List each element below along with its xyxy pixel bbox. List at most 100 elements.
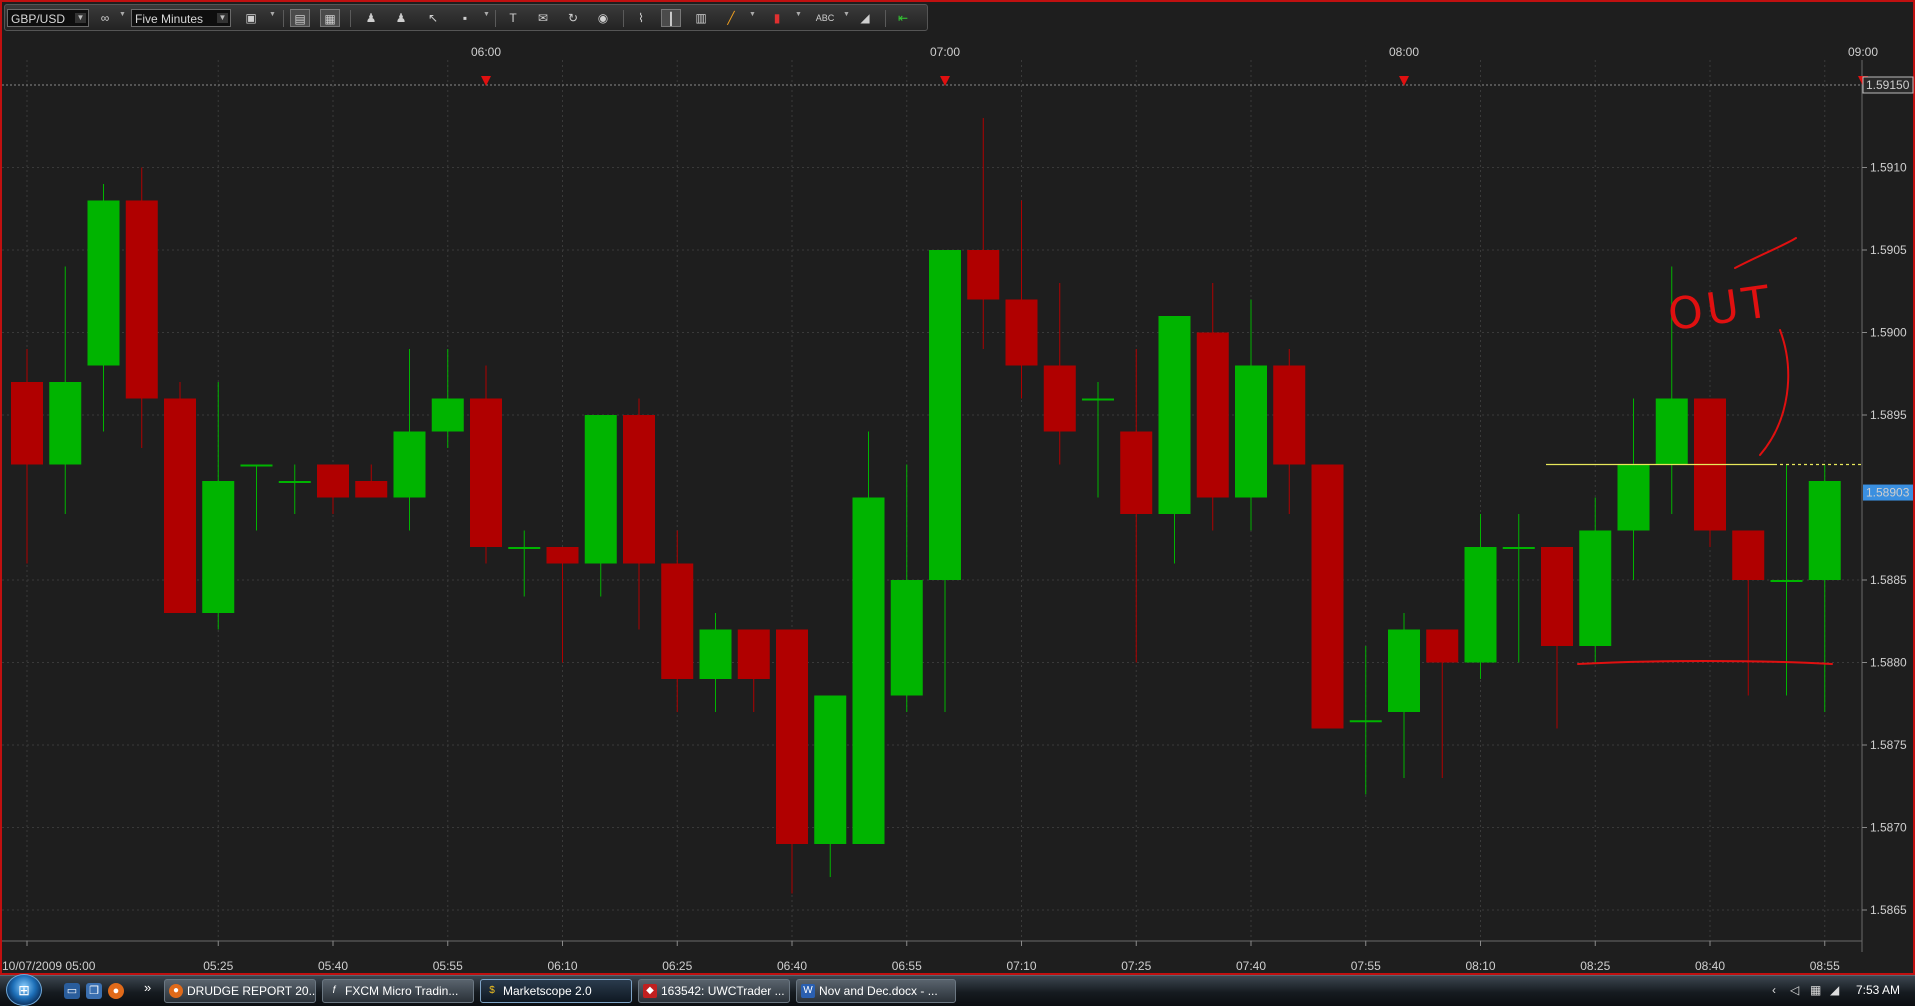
candle-body xyxy=(852,497,885,844)
candle-body xyxy=(1579,530,1612,646)
taskbar-item-label: DRUDGE REPORT 20... xyxy=(187,984,316,998)
candle-body xyxy=(890,580,923,696)
taskbar-item-word[interactable]: W Nov and Dec.docx - ... xyxy=(796,979,956,1003)
arrow-icon[interactable]: ⇤ xyxy=(893,9,913,27)
volume-icon[interactable]: ◁ xyxy=(1790,983,1799,997)
trend-icon[interactable]: ⌇ xyxy=(631,9,651,27)
candle-body xyxy=(393,431,426,498)
bottom-time-label: 05:55 xyxy=(433,959,463,973)
chevron-down-icon[interactable]: ▼ xyxy=(795,11,802,18)
vertical-line-icon[interactable]: ┃ xyxy=(661,9,681,27)
channel-icon[interactable]: ▥ xyxy=(691,9,711,27)
candle-body xyxy=(1005,299,1038,366)
signal-icon[interactable]: ◢ xyxy=(1830,983,1839,997)
candle-body xyxy=(49,382,82,465)
firefox-icon[interactable]: ● xyxy=(108,983,124,999)
chevron-down-icon[interactable]: ▼ xyxy=(483,11,490,18)
top-time-label: 06:00 xyxy=(471,45,501,59)
pencil-icon[interactable]: ╱ xyxy=(721,9,741,27)
candle[interactable] xyxy=(164,382,196,613)
candle-body xyxy=(1120,431,1153,514)
crosshair-icon[interactable]: ▪ xyxy=(455,9,475,27)
candlestick-chart[interactable]: 06:00 07:00 08:00 09:00 1.5910 1.5905 1.5900 1… xyxy=(0,0,1915,975)
candle-body xyxy=(125,200,158,399)
comment-icon[interactable]: ✉ xyxy=(533,9,553,27)
chart-type-icon[interactable]: ▣ xyxy=(241,9,261,27)
globe-icon[interactable]: ◉ xyxy=(593,9,613,27)
person-add-icon[interactable]: ♟ xyxy=(391,9,411,27)
symbol-select[interactable]: GBP/USD ▼ xyxy=(7,9,89,27)
chevron-down-icon[interactable]: ▼ xyxy=(269,11,276,18)
show-desktop-icon[interactable]: ▭ xyxy=(64,983,80,999)
candle-body xyxy=(11,382,43,465)
candle-body xyxy=(278,481,311,483)
bottom-time-label: 07:55 xyxy=(1351,959,1381,973)
candle-body xyxy=(737,629,770,679)
system-clock[interactable]: 7:53 AM xyxy=(1856,983,1900,997)
refresh-icon[interactable]: ↻ xyxy=(563,9,583,27)
candle-body xyxy=(1311,464,1344,729)
chevron-down-icon[interactable]: ▼ xyxy=(119,11,126,18)
period-2-icon[interactable]: ▦ xyxy=(320,9,340,27)
period-1-icon[interactable]: ▤ xyxy=(290,9,310,27)
top-time-label: 09:00 xyxy=(1848,45,1878,59)
candle-body xyxy=(546,547,579,564)
bottom-time-label: 08:40 xyxy=(1695,959,1725,973)
candle-body xyxy=(240,464,273,467)
person-icon[interactable]: ♟ xyxy=(361,9,381,27)
chevron-down-icon[interactable]: ▼ xyxy=(217,13,228,23)
taskbar-item-fxcm[interactable]: f FXCM Micro Tradin... xyxy=(322,979,474,1003)
firefox-icon: ● xyxy=(169,984,183,998)
bottom-time-label: 08:25 xyxy=(1580,959,1610,973)
timeframe-select[interactable]: Five Minutes ▼ xyxy=(131,9,231,27)
taskbar-item-label: Nov and Dec.docx - ... xyxy=(819,984,938,998)
candle-body xyxy=(1655,398,1688,465)
candle-body xyxy=(1808,481,1841,580)
candle-body xyxy=(1426,629,1459,663)
link-icon[interactable]: ∞ xyxy=(95,9,115,27)
chevron-down-icon[interactable]: ▼ xyxy=(843,11,850,18)
candle-body xyxy=(1502,547,1535,549)
candle[interactable] xyxy=(1694,398,1726,548)
taskbar-item-label: FXCM Micro Tradin... xyxy=(345,984,459,998)
candle-body xyxy=(431,398,464,432)
top-time-label: 07:00 xyxy=(930,45,960,59)
cursor-icon[interactable]: ↖ xyxy=(423,9,443,27)
marker-icon[interactable]: ▮ xyxy=(767,9,787,27)
top-price-tag-text: 1.59150 xyxy=(1866,78,1910,92)
candle-body xyxy=(202,481,235,613)
network-icon[interactable]: ▦ xyxy=(1810,983,1821,997)
bottom-time-label: 07:10 xyxy=(1006,959,1036,973)
eraser-icon[interactable]: ◢ xyxy=(855,9,875,27)
candle-body xyxy=(1235,365,1267,498)
bottom-time-label: 08:55 xyxy=(1810,959,1840,973)
candle-body xyxy=(623,415,655,564)
bottom-time-label: 08:10 xyxy=(1465,959,1495,973)
candle-body xyxy=(776,629,808,844)
label-icon[interactable]: ABC xyxy=(815,9,835,27)
chart-toolbar: GBP/USD ▼ ∞ ▼ Five Minutes ▼ ▣ ▼ ▤ ▦ ♟ ♟… xyxy=(4,4,928,31)
tray-chevron-icon[interactable]: ‹ xyxy=(1772,983,1776,997)
start-button[interactable]: ⊞ xyxy=(6,974,42,1006)
chevron-down-icon[interactable]: ▼ xyxy=(749,11,756,18)
candle-body xyxy=(1196,332,1229,498)
bottom-time-label: 06:55 xyxy=(892,959,922,973)
quicklaunch-chevron-icon[interactable]: » xyxy=(144,980,151,995)
price-label: 1.5895 xyxy=(1870,408,1907,422)
top-time-label: 08:00 xyxy=(1389,45,1419,59)
taskbar-item-drudge[interactable]: ● DRUDGE REPORT 20... xyxy=(164,979,316,1003)
taskbar-item-uwctrader[interactable]: ◆ 163542: UWCTrader ... xyxy=(638,979,790,1003)
price-label: 1.5875 xyxy=(1870,738,1907,752)
candle-body xyxy=(814,695,847,844)
dollar-icon: $ xyxy=(489,985,495,996)
bottom-time-label: 07:25 xyxy=(1121,959,1151,973)
bottom-time-label: 07:40 xyxy=(1236,959,1266,973)
chevron-down-icon[interactable]: ▼ xyxy=(75,13,86,23)
chat-icon: ◆ xyxy=(643,984,657,998)
candle-body xyxy=(1082,398,1114,401)
candle[interactable] xyxy=(1311,464,1344,729)
taskbar-item-marketscope[interactable]: $ Marketscope 2.0 xyxy=(480,979,632,1003)
candle-body xyxy=(584,415,617,564)
switch-windows-icon[interactable]: ❐ xyxy=(86,983,102,999)
text-icon[interactable]: T xyxy=(503,9,523,27)
